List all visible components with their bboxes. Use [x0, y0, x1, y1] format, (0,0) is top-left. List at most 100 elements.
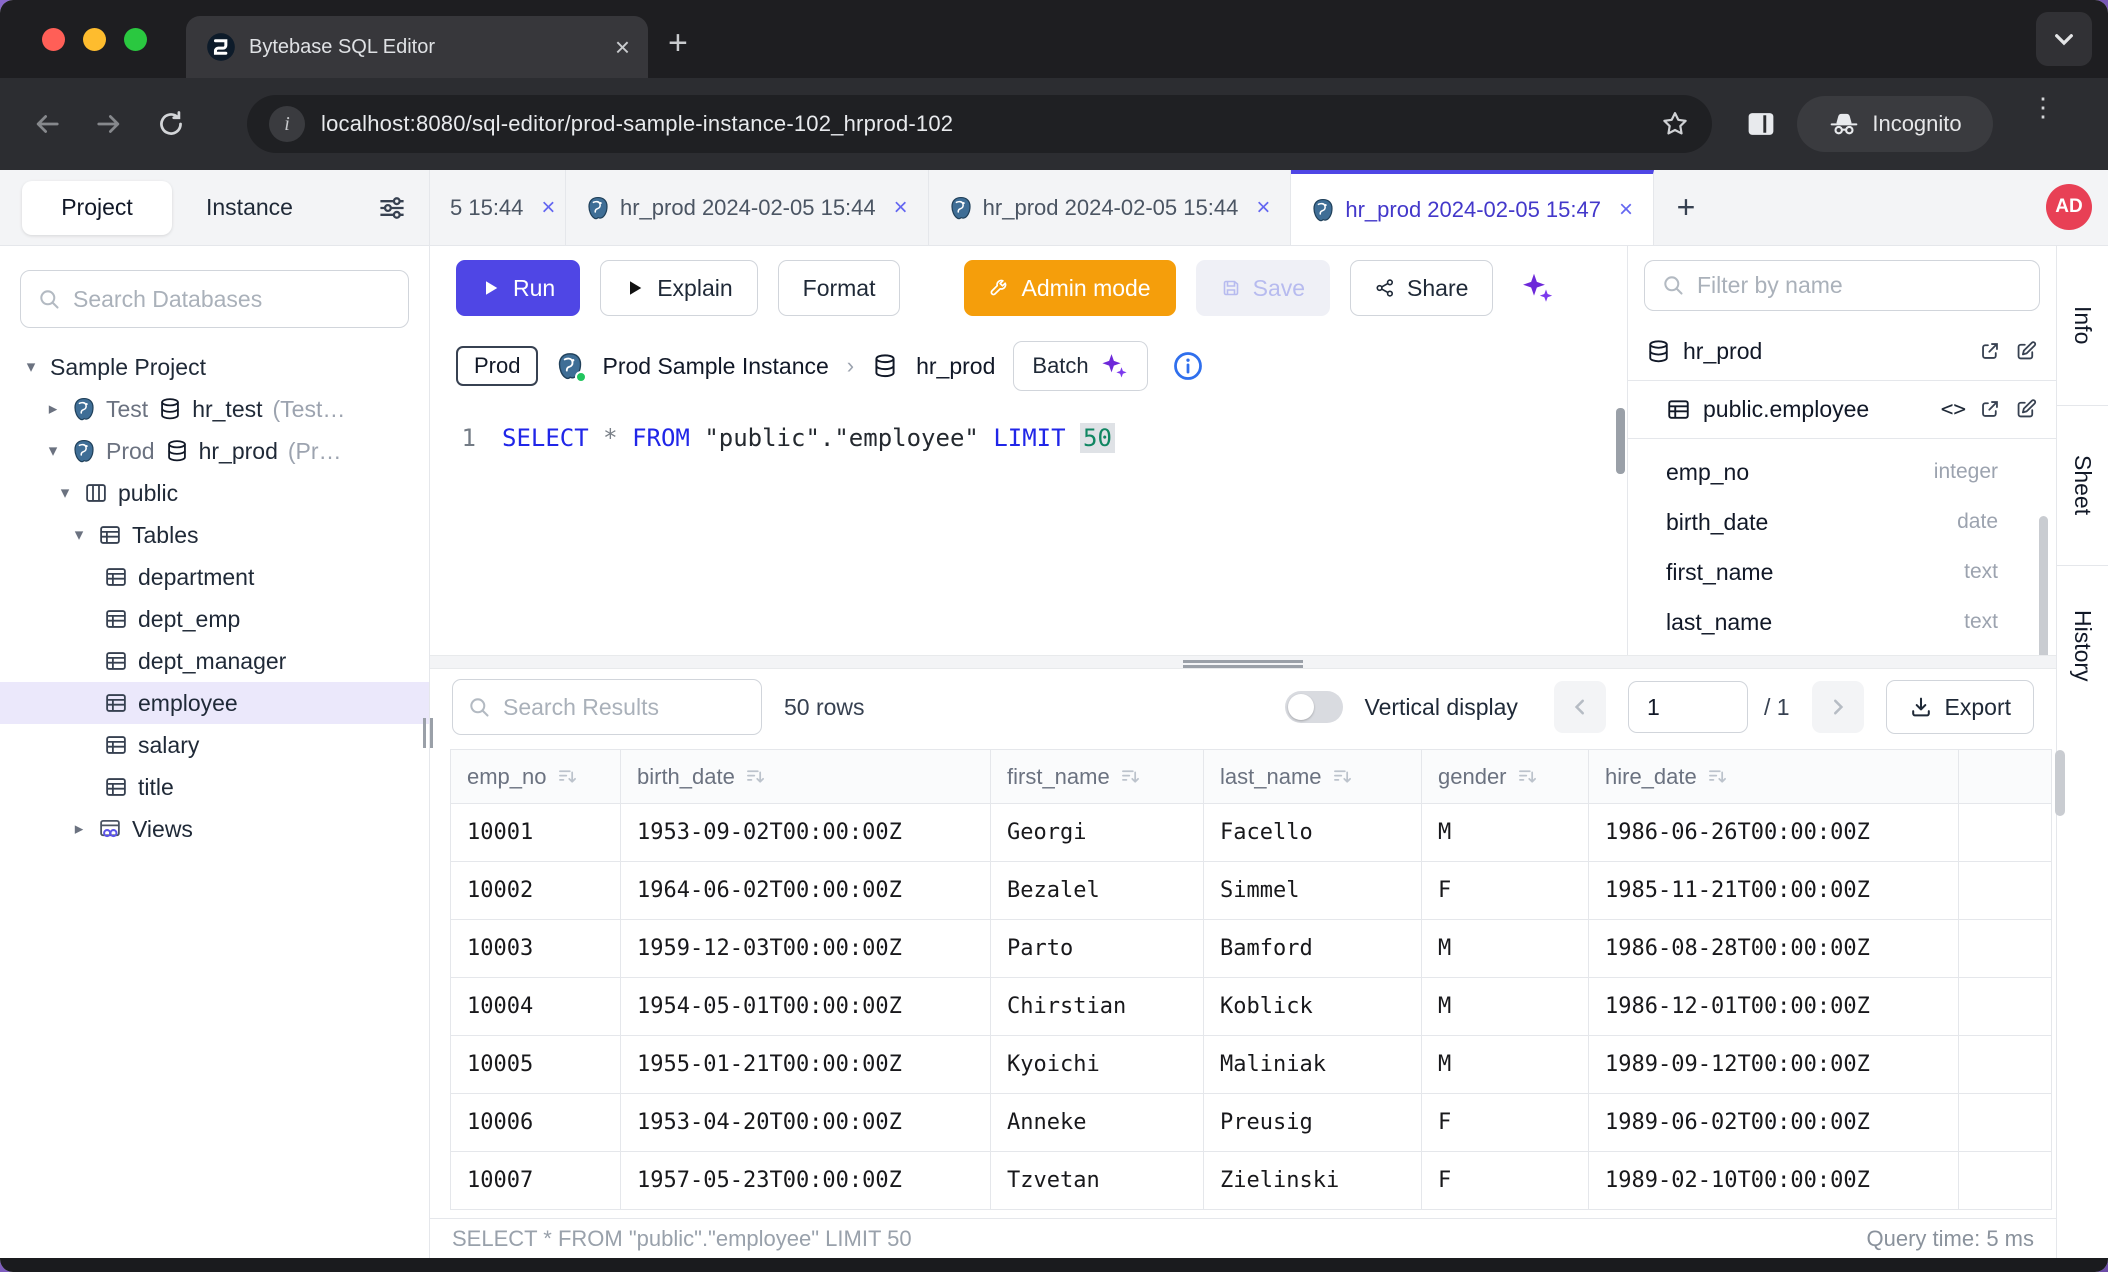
tree-item-db-hr_test[interactable]: ▸ Test hr_test (Test… — [0, 388, 429, 430]
new-worksheet-button[interactable]: + — [1654, 170, 1718, 245]
table-cell[interactable]: Parto — [991, 920, 1204, 977]
filter-settings-icon[interactable] — [377, 193, 407, 223]
tab-search-button[interactable] — [2036, 12, 2092, 66]
table-cell[interactable]: 10001 — [451, 804, 621, 861]
table-cell[interactable]: Bamford — [1204, 920, 1422, 977]
maximize-window-button[interactable] — [124, 28, 147, 51]
schema-scrollbar[interactable] — [2039, 516, 2048, 666]
column-row[interactable]: first_nametext — [1628, 547, 2056, 597]
tree-item-views[interactable]: ▸ Views — [0, 808, 429, 850]
url-bar[interactable]: i localhost:8080/sql-editor/prod-sample-… — [247, 95, 1712, 153]
table-cell[interactable]: Preusig — [1204, 1094, 1422, 1151]
browser-menu-button[interactable]: ⋮ — [2030, 100, 2050, 114]
table-cell[interactable]: F — [1422, 1094, 1589, 1151]
caret-down-icon[interactable]: ▾ — [70, 525, 88, 545]
batch-button[interactable]: Batch — [1013, 341, 1147, 391]
side-tab-info[interactable]: Info — [2057, 246, 2108, 406]
tree-item-table-department[interactable]: department — [0, 556, 429, 598]
info-icon[interactable] — [1172, 350, 1204, 382]
header-cell-birth_date[interactable]: birth_date — [621, 750, 991, 803]
edit-icon[interactable] — [2014, 397, 2038, 421]
edit-icon[interactable] — [2014, 339, 2038, 363]
caret-down-icon[interactable]: ▾ — [56, 483, 74, 503]
bookmark-star-icon[interactable] — [1660, 109, 1690, 139]
tree-item-table-dept_emp[interactable]: dept_emp — [0, 598, 429, 640]
worksheet-tab-3[interactable]: hr_prod 2024-02-05 15:44× — [929, 170, 1292, 245]
worksheet-tab-4[interactable]: hr_prod 2024-02-05 15:47× — [1291, 170, 1654, 245]
minimize-window-button[interactable] — [83, 28, 106, 51]
reload-button[interactable] — [156, 109, 186, 139]
header-cell-emp_no[interactable]: emp_no — [451, 750, 621, 803]
table-cell[interactable]: 1959-12-03T00:00:00Z — [621, 920, 991, 977]
tree-item-project[interactable]: ▾ Sample Project — [0, 346, 429, 388]
vertical-display-toggle[interactable] — [1285, 691, 1343, 723]
table-cell[interactable]: Maliniak — [1204, 1036, 1422, 1093]
run-button[interactable]: Run — [456, 260, 580, 316]
close-tab-icon[interactable]: × — [1256, 194, 1270, 222]
tree-item-table-title[interactable]: title — [0, 766, 429, 808]
close-tab-icon[interactable]: × — [615, 34, 630, 60]
tree-item-tables[interactable]: ▾ Tables — [0, 514, 429, 556]
tree-item-table-employee[interactable]: employee — [0, 682, 429, 724]
next-page-button[interactable] — [1812, 681, 1864, 733]
table-cell[interactable]: 1953-04-20T00:00:00Z — [621, 1094, 991, 1151]
sort-icon[interactable] — [557, 766, 578, 787]
table-cell[interactable]: 1986-12-01T00:00:00Z — [1589, 978, 1959, 1035]
table-cell[interactable]: 1955-01-21T00:00:00Z — [621, 1036, 991, 1093]
table-cell[interactable]: Tzvetan — [991, 1152, 1204, 1209]
new-tab-button[interactable]: + — [668, 24, 688, 63]
table-cell[interactable]: Zielinski — [1204, 1152, 1422, 1209]
close-tab-icon[interactable]: × — [1619, 196, 1633, 224]
table-cell[interactable]: 1989-06-02T00:00:00Z — [1589, 1094, 1959, 1151]
forward-button[interactable] — [94, 109, 124, 139]
table-cell[interactable]: M — [1422, 1036, 1589, 1093]
editor-scrollbar[interactable] — [1616, 408, 1625, 474]
close-tab-icon[interactable]: × — [541, 194, 555, 222]
table-cell[interactable]: Anneke — [991, 1094, 1204, 1151]
side-tab-history[interactable]: History — [2057, 566, 2108, 726]
table-cell[interactable]: 1985-11-21T00:00:00Z — [1589, 862, 1959, 919]
column-row[interactable]: birth_datedate — [1628, 497, 2056, 547]
panel-divider[interactable] — [430, 655, 2056, 669]
view-code-icon[interactable]: <> — [1941, 397, 1966, 421]
table-cell[interactable]: Bezalel — [991, 862, 1204, 919]
header-cell-last_name[interactable]: last_name — [1204, 750, 1422, 803]
column-row[interactable]: emp_nointeger — [1628, 447, 2056, 497]
table-cell[interactable]: 1964-06-02T00:00:00Z — [621, 862, 991, 919]
explain-button[interactable]: Explain — [600, 260, 757, 316]
column-row[interactable]: last_nametext — [1628, 597, 2056, 647]
export-button[interactable]: Export — [1886, 680, 2034, 734]
caret-down-icon[interactable]: ▾ — [44, 441, 62, 461]
caret-right-icon[interactable]: ▸ — [44, 399, 62, 419]
header-cell-hire_date[interactable]: hire_date — [1589, 750, 1959, 803]
schema-database-row[interactable]: hr_prod — [1628, 323, 2056, 381]
share-button[interactable]: Share — [1350, 260, 1493, 316]
sql-editor[interactable]: 1 SELECT * FROM "public"."employee" LIMI… — [430, 402, 1627, 655]
table-cell[interactable]: 10004 — [451, 978, 621, 1035]
prev-page-button[interactable] — [1554, 681, 1606, 733]
tree-item-schema-public[interactable]: ▾ public — [0, 472, 429, 514]
table-cell[interactable]: 1954-05-01T00:00:00Z — [621, 978, 991, 1035]
side-tab-sheet[interactable]: Sheet — [2057, 406, 2108, 566]
browser-tab[interactable]: Bytebase SQL Editor × — [186, 16, 648, 78]
sort-icon[interactable] — [1332, 766, 1353, 787]
table-cell[interactable]: 1989-09-12T00:00:00Z — [1589, 1036, 1959, 1093]
tree-item-db-hr_prod[interactable]: ▾ Prod hr_prod (Pr… — [0, 430, 429, 472]
save-button[interactable]: Save — [1196, 260, 1330, 316]
sort-icon[interactable] — [1707, 766, 1728, 787]
table-cell[interactable]: M — [1422, 804, 1589, 861]
sort-icon[interactable] — [745, 766, 766, 787]
tab-instance[interactable]: Instance — [206, 194, 293, 221]
table-cell[interactable]: F — [1422, 862, 1589, 919]
external-link-icon[interactable] — [1978, 339, 2002, 363]
close-tab-icon[interactable]: × — [894, 194, 908, 222]
site-info-icon[interactable]: i — [269, 106, 305, 142]
header-cell-gender[interactable]: gender — [1422, 750, 1589, 803]
worksheet-tab-1[interactable]: 5 15:44× — [430, 170, 566, 245]
tree-item-table-dept_manager[interactable]: dept_manager — [0, 640, 429, 682]
worksheet-tab-2[interactable]: hr_prod 2024-02-05 15:44× — [566, 170, 929, 245]
table-cell[interactable]: M — [1422, 978, 1589, 1035]
table-cell[interactable]: F — [1422, 1152, 1589, 1209]
table-cell[interactable]: 1953-09-02T00:00:00Z — [621, 804, 991, 861]
table-cell[interactable]: 10005 — [451, 1036, 621, 1093]
